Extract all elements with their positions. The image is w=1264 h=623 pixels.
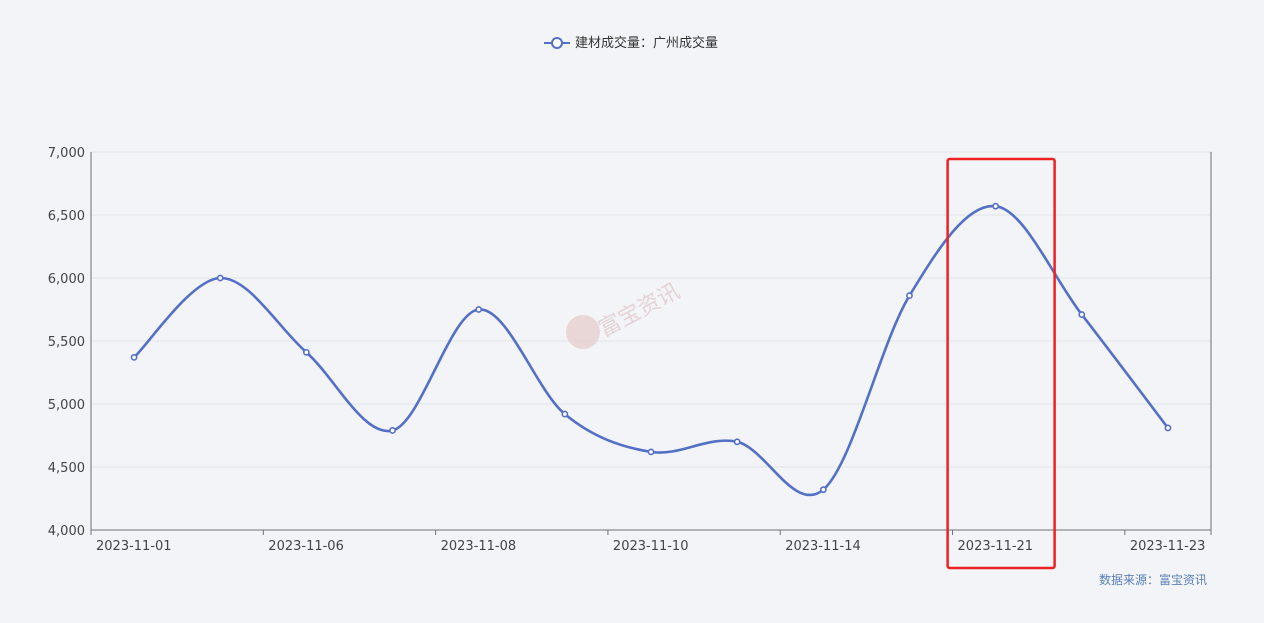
watermark: 富宝资讯 [566, 279, 684, 349]
y-tick-label: 6,000 [48, 272, 85, 287]
x-tick-labels: 2023-11-01 2023-11-06 2023-11-08 2023-11-10… [90, 530, 1212, 554]
series-layer [130, 202, 1172, 497]
legend[interactable]: 建材成交量：广州成交量 [544, 35, 718, 51]
legend-marker-icon [551, 37, 563, 49]
data-point [1164, 424, 1172, 432]
data-point [561, 410, 569, 418]
data-point [819, 486, 827, 494]
data-source-note: 数据来源：富宝资讯 [1099, 572, 1207, 587]
data-point [992, 202, 1000, 210]
data-point [475, 306, 483, 313]
x-tick-label: 2023-11-08 [441, 539, 517, 554]
x-tick-label: 2023-11-23 [1130, 539, 1206, 554]
y-tick-label: 7,000 [48, 146, 85, 161]
y-tick-label: 4,000 [48, 524, 85, 539]
data-point [733, 438, 741, 446]
x-tick-label: 2023-11-21 [958, 539, 1034, 554]
data-point [302, 348, 310, 356]
y-tick-label: 4,500 [48, 461, 85, 476]
y-tick-labels: 4,000 4,500 5,000 5,500 6,000 6,500 7,000 [48, 146, 85, 539]
data-point [647, 448, 655, 456]
x-tick-label: 2023-11-06 [268, 539, 344, 554]
data-point [1078, 311, 1086, 318]
x-tick-label: 2023-11-01 [96, 539, 172, 554]
line-chart: 4,000 4,500 5,000 5,500 6,000 6,500 7,000 2023… [48, 35, 1212, 587]
x-tick-label: 2023-11-14 [785, 539, 861, 554]
x-tick-label: 2023-11-10 [613, 539, 689, 554]
y-tick-label: 5,000 [48, 398, 85, 413]
data-point [216, 274, 224, 282]
y-tick-label: 6,500 [48, 209, 85, 224]
y-tick-label: 5,500 [48, 335, 85, 350]
data-point [389, 427, 396, 434]
watermark-text: 富宝资讯 [595, 279, 684, 342]
legend-label: 建材成交量：广州成交量 [575, 35, 718, 51]
data-point [130, 353, 138, 361]
data-point [906, 292, 913, 300]
